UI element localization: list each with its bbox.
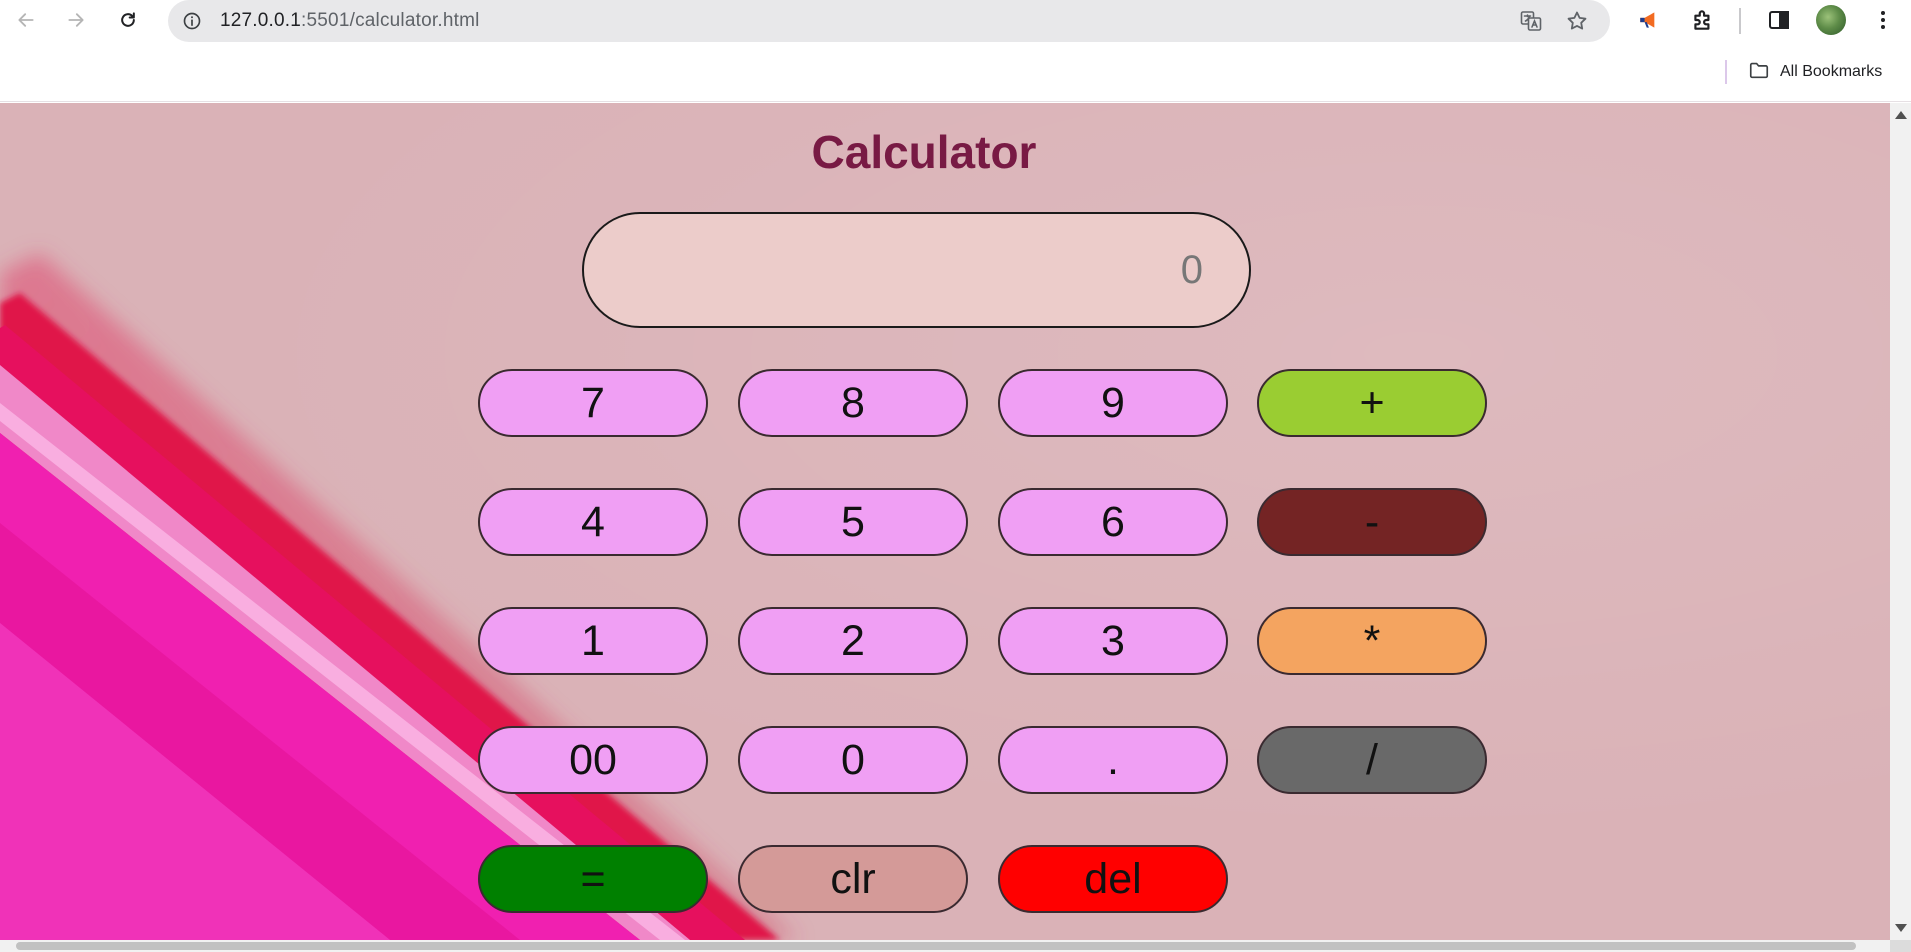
url-host: 127.0.0.1 <box>220 10 302 31</box>
key-zero-button[interactable]: 0 <box>738 726 968 794</box>
key-double-zero-button[interactable]: 00 <box>478 726 708 794</box>
key-delete-button[interactable]: del <box>998 845 1228 913</box>
key-nine-button[interactable]: 9 <box>998 369 1228 437</box>
key-decimal-button[interactable]: . <box>998 726 1228 794</box>
back-icon[interactable] <box>10 4 42 36</box>
key-three-button[interactable]: 3 <box>998 607 1228 675</box>
translate-icon[interactable] <box>1518 8 1544 34</box>
extensions-icon[interactable] <box>1688 5 1718 35</box>
profile-avatar[interactable] <box>1816 5 1846 35</box>
reload-icon[interactable] <box>112 4 144 36</box>
address-bar[interactable]: 127.0.0.1:5501/calculator.html <box>168 0 1610 42</box>
key-clear-button[interactable]: clr <box>738 845 968 913</box>
key-divide-button[interactable]: / <box>1257 726 1487 794</box>
display-value: 0 <box>1180 247 1203 292</box>
key-eight-button[interactable]: 8 <box>738 369 968 437</box>
star-icon[interactable] <box>1564 8 1590 34</box>
scroll-down-icon[interactable] <box>1895 924 1907 932</box>
scroll-up-icon[interactable] <box>1895 111 1907 119</box>
all-bookmarks-button[interactable]: All Bookmarks <box>1748 58 1882 86</box>
key-six-button[interactable]: 6 <box>998 488 1228 556</box>
key-four-button[interactable]: 4 <box>478 488 708 556</box>
scrollbar-thumb[interactable] <box>16 942 1856 950</box>
page-viewport: Calculator 0 7 8 9 +4 5 6-1 2 3 * 00 0. / = clr del <box>0 103 1890 940</box>
bookmarks-divider <box>1725 60 1727 84</box>
key-two-button[interactable]: 2 <box>738 607 968 675</box>
side-panel-icon[interactable] <box>1764 5 1794 35</box>
forward-icon[interactable] <box>60 4 92 36</box>
key-five-button[interactable]: 5 <box>738 488 968 556</box>
calculator-display[interactable]: 0 <box>582 212 1251 328</box>
key-equals-button[interactable]: = <box>478 845 708 913</box>
browser-toolbar: 127.0.0.1:5501/calculator.html All Bookm… <box>0 0 1911 102</box>
key-subtract-button[interactable]: - <box>1257 488 1487 556</box>
site-info-icon[interactable] <box>180 9 204 33</box>
scrollbar-corner <box>1890 940 1911 952</box>
vertical-scrollbar[interactable] <box>1890 103 1911 940</box>
all-bookmarks-label: All Bookmarks <box>1780 63 1883 80</box>
key-add-button[interactable]: + <box>1257 369 1487 437</box>
folder-icon <box>1748 59 1770 86</box>
horizontal-scrollbar[interactable] <box>0 940 1890 952</box>
menu-icon[interactable] <box>1868 5 1898 35</box>
key-seven-button[interactable]: 7 <box>478 369 708 437</box>
key-one-button[interactable]: 1 <box>478 607 708 675</box>
megaphone-icon[interactable] <box>1635 5 1665 35</box>
url-path: :5501/calculator.html <box>301 10 480 31</box>
key-multiply-button[interactable]: * <box>1257 607 1487 675</box>
url-text[interactable]: 127.0.0.1:5501/calculator.html <box>220 0 480 42</box>
page-title: Calculator <box>811 126 1037 178</box>
toolbar-divider <box>1739 8 1741 34</box>
